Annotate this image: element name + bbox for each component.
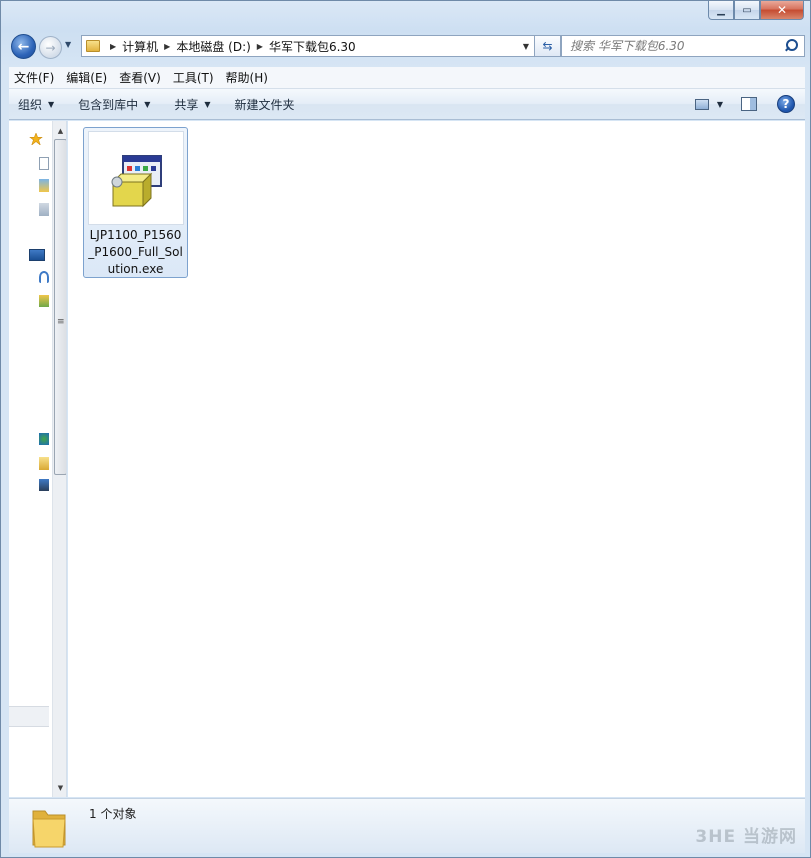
file-thumbnail	[88, 131, 184, 225]
computer-icon[interactable]	[39, 479, 49, 491]
menu-file[interactable]: 文件(F)	[9, 69, 59, 86]
forward-button[interactable]: →	[39, 36, 62, 59]
menu-view[interactable]: 查看(V)	[114, 69, 166, 86]
file-item[interactable]: LJP1100_P1560_P1600_Full_Solution.exe	[83, 127, 188, 278]
chevron-down-icon: ▼	[144, 99, 151, 109]
menu-bar: 文件(F) 编辑(E) 查看(V) 工具(T) 帮助(H)	[9, 67, 805, 89]
organize-button[interactable]: 组织 ▼	[9, 96, 63, 113]
back-arrow-icon: ←	[17, 38, 30, 55]
homegroup-icon[interactable]	[39, 271, 49, 283]
scroll-thumb[interactable]: ≡	[54, 139, 66, 475]
breadcrumb-arrow-icon[interactable]: ▶	[257, 42, 263, 51]
grip-icon: ≡	[57, 317, 65, 327]
favorites-star-icon[interactable]	[29, 133, 43, 145]
downloads-icon[interactable]	[39, 179, 49, 192]
new-folder-label: 新建文件夹	[234, 97, 295, 112]
preview-pane-icon[interactable]	[741, 97, 757, 111]
nav-pane-divider	[9, 706, 49, 727]
share-label: 共享	[174, 97, 199, 112]
menu-help[interactable]: 帮助(H)	[221, 69, 273, 86]
help-icon[interactable]: ?	[777, 95, 795, 113]
view-options-dropdown[interactable]: ▼	[717, 100, 723, 109]
chevron-down-icon: ▼	[204, 99, 211, 109]
address-bar[interactable]: ▶ 计算机 ▶ 本地磁盘 (D:) ▶ 华军下载包6.30 ▼	[81, 35, 535, 57]
minimize-button[interactable]: ▁	[708, 1, 734, 20]
search-icon[interactable]	[782, 37, 800, 55]
breadcrumb-computer[interactable]: 计算机	[122, 38, 158, 55]
close-button[interactable]: ✕	[760, 1, 804, 20]
menu-tools[interactable]: 工具(T)	[168, 69, 219, 86]
menu-edit[interactable]: 编辑(E)	[61, 69, 112, 86]
libraries-icon[interactable]	[29, 249, 45, 261]
include-in-library-label: 包含到库中	[78, 97, 139, 112]
network-icon[interactable]	[39, 433, 49, 445]
folder-icon	[32, 810, 66, 848]
navigation-pane: ▲ ≡ ▼	[9, 121, 67, 797]
include-in-library-button[interactable]: 包含到库中 ▼	[69, 96, 159, 113]
recent-places-icon[interactable]	[39, 203, 49, 216]
item-count: 1 个对象	[89, 807, 137, 821]
file-name: LJP1100_P1560_P1600_Full_Solution.exe	[88, 228, 183, 276]
recent-pages-dropdown[interactable]: ▼	[65, 40, 71, 49]
scroll-down-arrow-icon[interactable]: ▼	[53, 780, 66, 795]
change-view-icon[interactable]	[694, 98, 709, 110]
search-input[interactable]	[570, 37, 782, 55]
pictures-icon[interactable]	[39, 295, 49, 307]
refresh-button[interactable]: ⇆	[535, 35, 561, 57]
breadcrumb-current-folder[interactable]: 华军下载包6.30	[269, 38, 356, 55]
command-bar-right: ▼ ?	[694, 95, 805, 113]
navigation-row: ← → ▼ ▶ 计算机 ▶ 本地磁盘 (D:) ▶ 华军下载包6.30 ▼ ⇆	[9, 31, 805, 61]
desktop-icon[interactable]	[39, 157, 49, 170]
chevron-down-icon: ▼	[48, 99, 55, 109]
refresh-icon: ⇆	[542, 39, 553, 53]
watermark-logo: 3HE 当游网	[695, 827, 797, 847]
nav-pane-scrollbar[interactable]: ▲ ≡ ▼	[52, 121, 66, 797]
command-bar: 组织 ▼ 包含到库中 ▼ 共享 ▼ 新建文件夹 ▼ ?	[9, 89, 805, 120]
explorer-window: ▁ ▭ ✕ ← → ▼ ▶ 计算机 ▶ 本地磁盘 (D:) ▶ 华军下载包6.3…	[0, 0, 811, 858]
address-history-dropdown[interactable]: ▼	[523, 42, 529, 51]
file-list-area[interactable]: LJP1100_P1560_P1600_Full_Solution.exe	[68, 121, 805, 797]
scroll-up-arrow-icon[interactable]: ▲	[53, 123, 66, 138]
forward-arrow-icon: →	[45, 40, 56, 55]
folder-icon	[86, 40, 100, 52]
organize-label: 组织	[18, 97, 43, 112]
installer-exe-icon	[111, 155, 162, 208]
share-button[interactable]: 共享 ▼	[165, 96, 219, 113]
new-folder-button[interactable]: 新建文件夹	[226, 96, 304, 113]
details-pane: 1 个对象 3HE 当游网	[9, 798, 805, 853]
breadcrumb-local-disk[interactable]: 本地磁盘 (D:)	[176, 38, 250, 55]
maximize-button[interactable]: ▭	[734, 1, 760, 20]
search-box[interactable]	[561, 35, 805, 57]
chevron-down-icon: ▼	[65, 40, 72, 49]
back-button[interactable]: ←	[11, 34, 36, 59]
window-caption-buttons: ▁ ▭ ✕	[708, 1, 804, 20]
breadcrumb-arrow-icon[interactable]: ▶	[110, 42, 116, 51]
breadcrumb-arrow-icon[interactable]: ▶	[164, 42, 170, 51]
folder-icon[interactable]	[39, 457, 49, 470]
